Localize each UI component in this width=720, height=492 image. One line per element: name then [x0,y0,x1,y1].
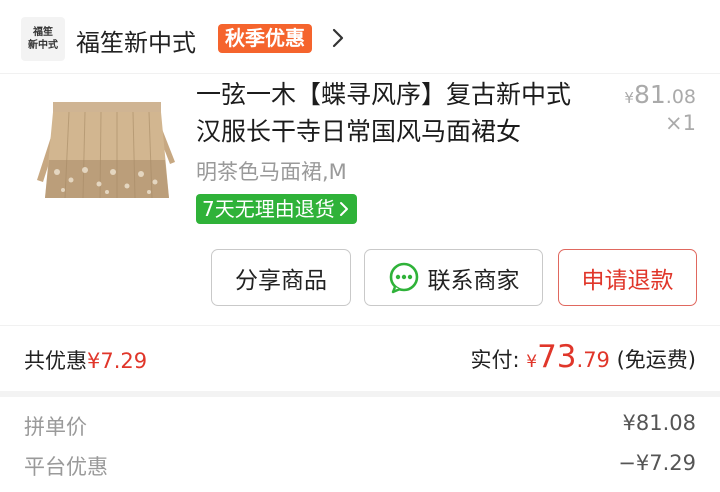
chat-bubble-icon [389,262,418,293]
total-discount-label: 共优惠 [24,349,87,373]
price-box: ¥81.08 ×1 [610,80,696,135]
request-refund-label: 申请退款 [581,267,674,294]
product-title[interactable]: 一弦一木【蝶寻风序】复古新中式汉服长干寺日常国风马面裙女 [196,76,576,150]
price-integer: 81 [633,80,666,109]
total-discount: 共优惠¥7.29 [24,345,147,375]
promo-badge: 秋季优惠 [218,24,312,53]
section-separator [0,391,720,397]
store-logo[interactable]: 福笙 新中式 [21,17,65,61]
share-product-label: 分享商品 [235,267,327,294]
contact-seller-button[interactable]: 联系商家 [364,249,543,306]
chevron-right-icon[interactable] [327,27,349,49]
return-policy-badge[interactable]: 7天无理由退货 [196,194,357,224]
request-refund-button[interactable]: 申请退款 [558,249,697,306]
unit-price: ¥81.08 [610,80,696,109]
price-currency: ¥ [624,89,634,107]
divider [0,325,720,326]
share-product-button[interactable]: 分享商品 [211,249,351,306]
total-discount-value: ¥7.29 [87,349,148,373]
return-policy-text: 7天无理由退货 [202,197,335,221]
product-image[interactable] [33,100,181,208]
store-logo-text-line2: 新中式 [28,40,58,51]
group-price-value: ¥81.08 [622,411,696,435]
actual-payment: 实付: ¥73.79 (免运费) [470,339,696,375]
price-decimal: .08 [665,86,696,108]
actual-payment-currency: ¥ [526,352,538,372]
group-price-label: 拼单价 [24,415,87,439]
product-variant: 明茶色马面裙,M [196,160,347,184]
divider [0,73,720,74]
shipping-note: (免运费) [616,348,696,372]
platform-discount-label: 平台优惠 [24,455,108,479]
actual-payment-decimal: .79 [576,348,610,372]
contact-seller-label: 联系商家 [427,267,520,294]
actual-payment-label: 实付: [470,348,527,372]
quantity: ×1 [665,111,696,135]
platform-discount-value: −¥7.29 [618,451,696,475]
store-logo-text-line1: 福笙 [33,27,53,38]
actual-payment-integer: 73 [537,339,577,375]
store-name[interactable]: 福笙新中式 [76,23,196,58]
chevron-right-icon [339,202,348,216]
